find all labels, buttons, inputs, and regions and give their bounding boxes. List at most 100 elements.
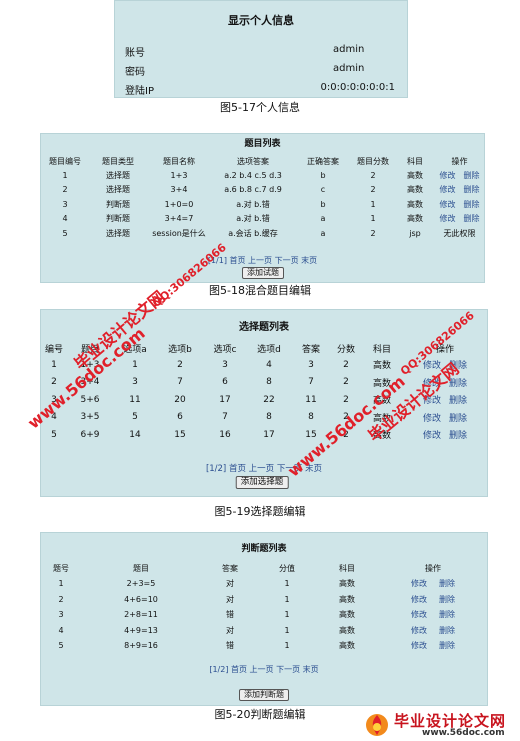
table-cell: a.对 b.错 xyxy=(236,214,270,224)
delete-link[interactable]: 删除 xyxy=(449,414,467,424)
delete-link[interactable]: 删除 xyxy=(464,185,480,194)
choice-pager[interactable]: [1/2] 首页 上一页 下一页 末页 xyxy=(41,462,487,474)
table-cell: 11 xyxy=(305,394,317,405)
table-cell: 高数 xyxy=(339,594,355,604)
table-cell: 高数 xyxy=(339,625,355,635)
table-cell: a.会话 b.缓存 xyxy=(228,228,278,238)
table-cell: 1+0=0 xyxy=(164,199,194,209)
caption-fig-5-18: 图5-18混合题目编辑 xyxy=(209,284,311,297)
add-question-button[interactable]: 添加试题 xyxy=(242,267,284,279)
table-cell: a xyxy=(320,228,326,238)
column-header: 题目编号 xyxy=(49,156,81,166)
edit-link[interactable]: 修改 xyxy=(440,214,456,223)
actions-cell: 修改 删除 xyxy=(435,197,484,212)
column-header: 操作 xyxy=(451,156,468,166)
edit-link[interactable]: 修改 xyxy=(440,171,456,180)
user-info-label: 登陆IP xyxy=(125,86,154,97)
table-cell: 8 xyxy=(266,377,272,388)
table-row: 5 8+9=16 错 1 高数 修改 删除 xyxy=(41,638,487,654)
delete-link[interactable]: 删除 xyxy=(439,641,455,650)
table-cell: 高数 xyxy=(407,214,423,224)
table-cell: 8 xyxy=(308,412,314,423)
table-cell: 5 xyxy=(62,228,68,238)
edit-link[interactable]: 修改 xyxy=(411,610,427,619)
add-choice-button[interactable]: 添加选择题 xyxy=(235,476,289,489)
column-header: 题目分数 xyxy=(357,156,389,166)
footer-site-text: www.56doc.com xyxy=(422,728,505,738)
table-cell: a.6 b.8 c.7 d.9 xyxy=(224,185,282,195)
table-cell: 16 xyxy=(219,429,231,440)
delete-link[interactable]: 删除 xyxy=(464,171,480,180)
table-row: 5 选择题 session是什么 a.会话 b.缓存 a 2 jsp 无此权限 xyxy=(41,226,484,241)
table-cell: 4 xyxy=(62,214,68,224)
table-cell: 3 xyxy=(62,199,68,209)
delete-link[interactable]: 删除 xyxy=(439,626,455,635)
add-judge-button[interactable]: 添加判断题 xyxy=(239,689,289,701)
table-cell: 2 xyxy=(177,359,183,370)
table-row: 3 2+8=11 错 1 高数 修改 删除 xyxy=(41,607,487,623)
table-cell: 1 xyxy=(370,214,376,224)
edit-link[interactable]: 修改 xyxy=(423,414,441,424)
column-header: 题号 xyxy=(53,564,69,573)
table-cell: 高数 xyxy=(339,641,355,651)
table-cell: 6 xyxy=(222,377,228,388)
table-cell: 1 xyxy=(62,170,68,180)
table-cell: 11 xyxy=(129,394,141,405)
column-header: 选项b xyxy=(168,344,192,355)
edit-link[interactable]: 修改 xyxy=(411,579,427,588)
column-header: 分值 xyxy=(279,564,295,573)
table-cell: 高数 xyxy=(407,170,423,180)
edit-link[interactable]: 修改 xyxy=(423,431,441,441)
table-cell: 选择题 xyxy=(106,228,130,238)
table-cell: 错 xyxy=(226,610,234,620)
user-info-value: 0:0:0:0:0:0:0:1 xyxy=(320,82,395,93)
table-cell: 2 xyxy=(370,185,376,195)
column-header: 题目名称 xyxy=(163,156,195,166)
table-cell: 8+9=16 xyxy=(124,641,158,651)
delete-link[interactable]: 删除 xyxy=(449,431,467,441)
user-info-panel: 显示个人信息 账号 admin 密码 admin 登陆IP 0:0:0:0:0:0:0:1 xyxy=(114,0,408,98)
table-cell: 2 xyxy=(343,359,349,370)
question-table: 题目编号 题目类型 题目名称 选项答案 正确答案 题目分数 科目 操作 1 选择题 1+3 a.2 … xyxy=(41,154,484,241)
table-row: 1 选择题 1+3 a.2 b.4 c.5 d.3 b 2 高数 修改 删除 xyxy=(41,168,484,183)
table-cell: b xyxy=(320,170,326,180)
edit-link[interactable]: 修改 xyxy=(411,641,427,650)
table-cell: 1 xyxy=(284,579,290,589)
delete-link[interactable]: 删除 xyxy=(449,396,467,406)
judge-list-panel: 判断题列表 题号 题目 答案 分值 科目 操作 1 2+3=5 对 1 高数 修改 删除 2 4+6=10… xyxy=(40,532,488,706)
table-cell: 高数 xyxy=(339,579,355,589)
edit-link[interactable]: 修改 xyxy=(440,185,456,194)
table-row: 2 4+6=10 对 1 高数 修改 删除 xyxy=(41,592,487,608)
delete-link[interactable]: 删除 xyxy=(439,610,455,619)
column-header: 操作 xyxy=(425,564,441,573)
table-cell: 3 xyxy=(222,359,228,370)
delete-link[interactable]: 删除 xyxy=(464,214,480,223)
actions-cell: 修改 删除 xyxy=(403,426,487,444)
table-cell: 2 xyxy=(370,170,376,180)
table-cell: 判断题 xyxy=(106,199,130,209)
table-cell: 判断题 xyxy=(106,214,130,224)
edit-link[interactable]: 修改 xyxy=(411,626,427,635)
actions-cell: 无此权限 xyxy=(435,226,484,241)
table-cell: 17 xyxy=(219,394,231,405)
delete-link[interactable]: 删除 xyxy=(439,579,455,588)
edit-link[interactable]: 修改 xyxy=(440,200,456,209)
table-cell: 3 xyxy=(58,610,64,620)
question-pager[interactable]: [1/1] 首页 上一页 下一页 末页 xyxy=(41,255,484,266)
delete-link[interactable]: 删除 xyxy=(439,595,455,604)
table-cell: 选择题 xyxy=(106,170,130,180)
column-header: 选项d xyxy=(257,344,281,355)
table-cell: 1 xyxy=(51,359,57,370)
table-cell: 5 xyxy=(51,429,57,440)
table-cell: 高数 xyxy=(339,610,355,620)
table-cell: 1 xyxy=(284,625,290,635)
table-cell: 1 xyxy=(284,641,290,651)
table-cell: 7 xyxy=(177,377,183,388)
table-cell: 4+9=13 xyxy=(124,625,158,635)
judge-pager[interactable]: [1/2] 首页 上一页 下一页 末页 xyxy=(41,664,487,675)
table-cell: 5 xyxy=(58,641,64,651)
delete-link[interactable]: 删除 xyxy=(464,200,480,209)
table-cell: 错 xyxy=(226,641,234,651)
caption-fig-5-17: 图5-17个人信息 xyxy=(220,101,300,114)
edit-link[interactable]: 修改 xyxy=(411,595,427,604)
